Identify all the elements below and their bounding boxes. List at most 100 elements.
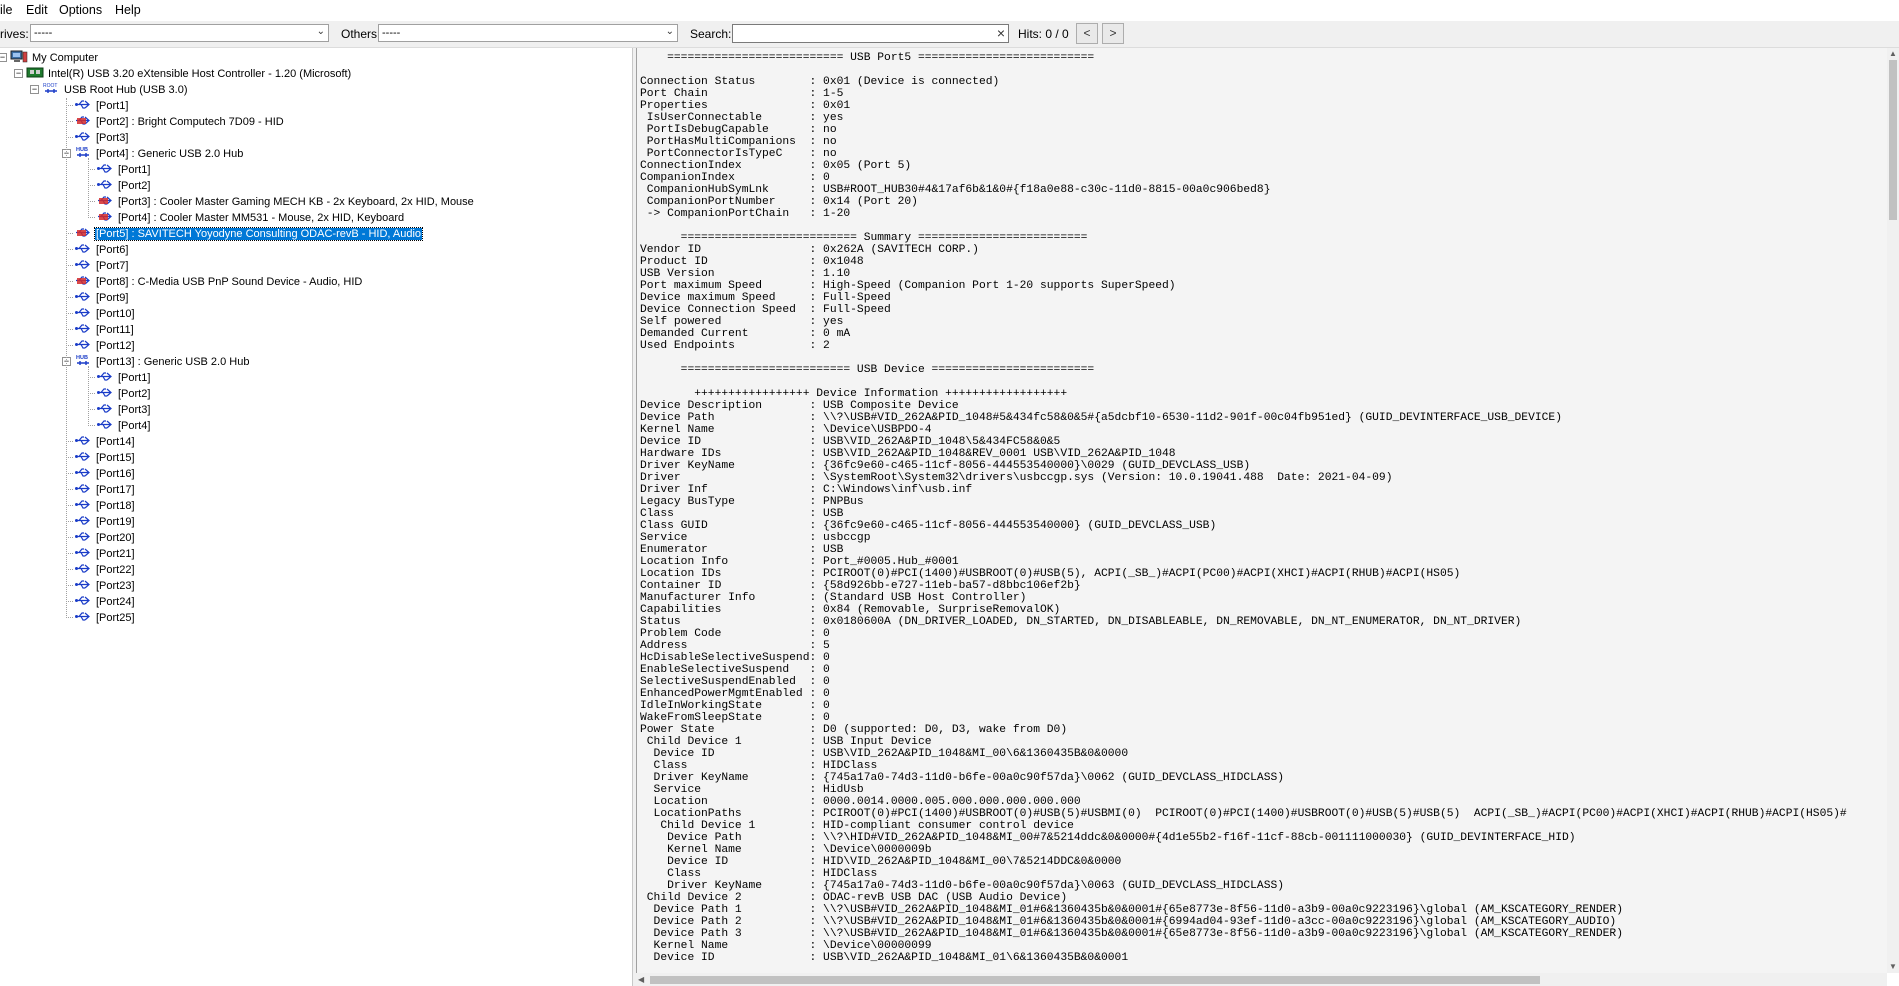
tree-connector-line (88, 169, 95, 170)
usb-port-icon (74, 546, 92, 559)
drives-combo[interactable]: ----- ⌄ (30, 24, 329, 42)
usb-port-icon (74, 562, 92, 575)
horizontal-scrollbar[interactable]: ◀ (636, 973, 1887, 986)
tree-item-label: [Port17] (96, 484, 135, 496)
toolbar: rives: ----- ⌄ Others: ----- ⌄ Search: ×… (0, 21, 1899, 48)
tree-connector-line (66, 265, 73, 266)
tree-item[interactable]: [Port4] (96, 418, 151, 433)
tree-item[interactable]: [Port15] (74, 450, 136, 465)
usb-port-icon (96, 402, 114, 415)
usb-port-icon (74, 306, 92, 319)
tree-item[interactable]: My Computer (10, 50, 99, 65)
tree-item-label: [Port10] (96, 308, 135, 320)
device-tree[interactable]: My Computer − Intel(R) USB 3.20 eXtensible… (0, 48, 632, 986)
scroll-up-icon[interactable]: ▲ (1887, 48, 1899, 60)
usb-port-icon (74, 242, 92, 255)
tree-item[interactable]: [Port14] (74, 434, 136, 449)
tree-item[interactable]: [Port2] (96, 178, 151, 193)
tree-item[interactable]: [Port23] (74, 578, 136, 593)
tree-item[interactable]: [Port21] (74, 546, 136, 561)
tree-item[interactable]: [Port1] (74, 98, 129, 113)
svg-text:HUB: HUB (76, 355, 88, 361)
computer-icon (10, 50, 28, 63)
tree-connector-line (66, 105, 73, 106)
tree-connector-line (88, 393, 95, 394)
tree-item[interactable]: HUB [Port4] : Generic USB 2.0 Hub (74, 146, 244, 161)
others-label: Others: (341, 27, 381, 41)
horizontal-scroll-thumb[interactable] (650, 976, 1540, 984)
tree-item[interactable]: [Port22] (74, 562, 136, 577)
tree-item[interactable]: [Port25] (74, 610, 136, 625)
menu-edit[interactable]: Edit (26, 3, 48, 17)
tree-item-label: [Port25] (96, 612, 135, 624)
scroll-left-icon[interactable]: ◀ (638, 973, 644, 986)
tree-connector-line (88, 366, 89, 426)
tree-connector-line (66, 441, 73, 442)
close-icon[interactable]: × (997, 25, 1005, 42)
tree-item[interactable]: [Port6] (74, 242, 129, 257)
tree-connector-line (66, 313, 73, 314)
usb-port-icon (74, 466, 92, 479)
collapse-toggle-icon[interactable]: − (14, 69, 23, 78)
usb-port-icon (74, 98, 92, 111)
tree-item[interactable]: HUB [Port13] : Generic USB 2.0 Hub (74, 354, 250, 369)
collapse-toggle-icon[interactable]: − (0, 53, 7, 62)
usb-port-icon (96, 370, 114, 383)
usb-port-icon (74, 130, 92, 143)
tree-connector-line (66, 473, 73, 474)
tree-item[interactable]: [Port2] : Bright Computech 7D09 - HID (74, 114, 285, 129)
usb-device-icon (74, 274, 92, 287)
tree-connector-line (66, 281, 73, 282)
tree-item[interactable]: [Port16] (74, 466, 136, 481)
tree-item[interactable]: [Port7] (74, 258, 129, 273)
vertical-scroll-thumb[interactable] (1889, 60, 1897, 220)
tree-item-label: [Port9] (96, 292, 129, 304)
tree-item[interactable]: ROOT USB Root Hub (USB 3.0) (42, 82, 189, 97)
tree-connector-line (66, 537, 73, 538)
menu-bar: ile Edit Options Help (0, 0, 1899, 20)
collapse-toggle-icon[interactable]: − (30, 85, 39, 94)
scroll-down-icon[interactable]: ▼ (1887, 961, 1899, 973)
tree-item-label: Intel(R) USB 3.20 eXtensible Host Contro… (48, 68, 352, 80)
search-input[interactable]: × (732, 24, 1009, 43)
others-combo[interactable]: ----- ⌄ (378, 24, 678, 42)
tree-item[interactable]: [Port12] (74, 338, 136, 353)
tree-item[interactable]: [Port2] (96, 386, 151, 401)
tree-item[interactable]: [Port17] (74, 482, 136, 497)
usb-device-icon (74, 114, 92, 127)
tree-item[interactable]: [Port10] (74, 306, 136, 321)
tree-item-label: [Port4] (118, 420, 151, 432)
next-hit-button[interactable]: > (1102, 23, 1124, 44)
tree-item-label: [Port23] (96, 580, 135, 592)
tree-item[interactable]: [Port11] (74, 322, 135, 337)
menu-help[interactable]: Help (115, 3, 141, 17)
tree-item-label: [Port13] : Generic USB 2.0 Hub (96, 356, 250, 368)
menu-options[interactable]: Options (59, 3, 102, 17)
tree-item-label: [Port24] (96, 596, 135, 608)
detail-text: ========================== USB Port5 ===… (640, 52, 1847, 964)
vertical-scrollbar[interactable]: ▲ ▼ (1887, 48, 1899, 973)
tree-item-label: [Port2] (118, 388, 151, 400)
tree-item-label: [Port4] : Cooler Master MM531 - Mouse, 2… (118, 212, 405, 224)
tree-item-label: [Port16] (96, 468, 135, 480)
tree-item[interactable]: [Port3] (74, 130, 129, 145)
tree-item[interactable]: [Port1] (96, 370, 151, 385)
tree-connector-line (66, 457, 73, 458)
tree-item[interactable]: Intel(R) USB 3.20 eXtensible Host Contro… (26, 66, 352, 81)
usb-port-icon (74, 578, 92, 591)
tree-item[interactable]: [Port8] : C-Media USB PnP Sound Device -… (74, 274, 363, 289)
previous-hit-button[interactable]: < (1076, 23, 1098, 44)
tree-item[interactable]: [Port1] (96, 162, 151, 177)
tree-item[interactable]: [Port18] (74, 498, 136, 513)
detail-pane[interactable]: ========================== USB Port5 ===… (636, 48, 1888, 973)
tree-item-selected[interactable]: [Port5] : SAVITECH Yoyodyne Consulting O… (74, 226, 424, 241)
tree-item[interactable]: [Port19] (74, 514, 136, 529)
tree-item[interactable]: [Port3] : Cooler Master Gaming MECH KB -… (96, 194, 475, 209)
tree-item[interactable]: [Port9] (74, 290, 129, 305)
menu-file[interactable]: ile (0, 3, 13, 17)
tree-item[interactable]: [Port3] (96, 402, 151, 417)
tree-item[interactable]: [Port20] (74, 530, 136, 545)
host-controller-icon (26, 66, 44, 79)
tree-item[interactable]: [Port4] : Cooler Master MM531 - Mouse, 2… (96, 210, 405, 225)
tree-item[interactable]: [Port24] (74, 594, 136, 609)
